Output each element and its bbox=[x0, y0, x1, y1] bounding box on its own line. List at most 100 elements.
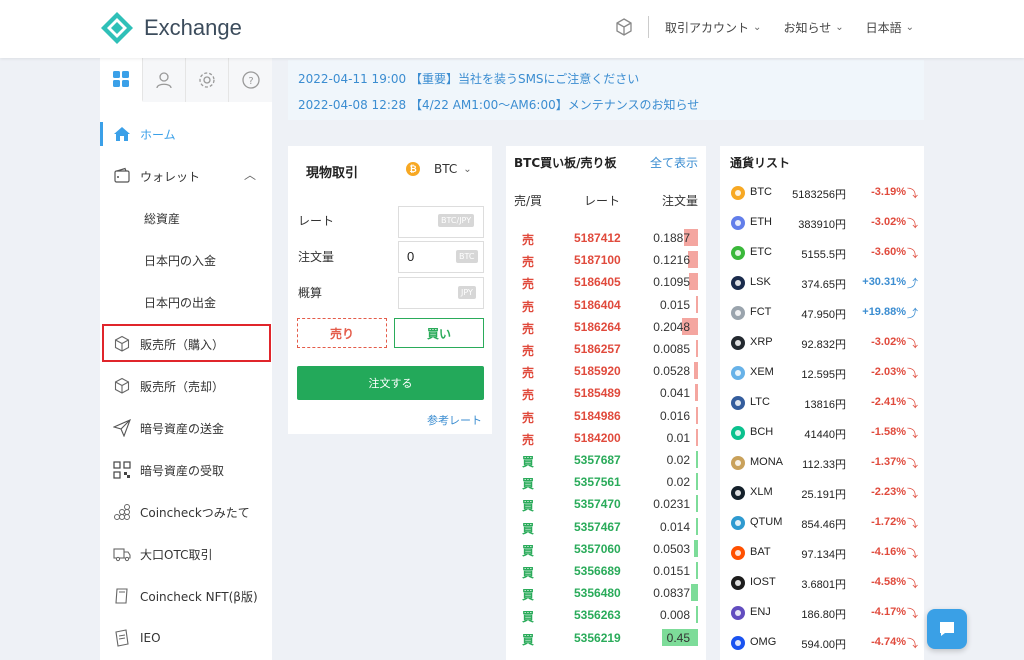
row-side: 買 bbox=[522, 499, 535, 514]
currency-change: -4.16% bbox=[871, 546, 906, 558]
order-book-row[interactable]: 売 5184200 0.01 bbox=[506, 427, 706, 449]
header-divider bbox=[648, 16, 650, 38]
currency-row[interactable]: OMG 594.00円 -4.74% ⤵ bbox=[720, 628, 924, 658]
currency-change: -2.23% bbox=[871, 486, 906, 498]
chat-button[interactable] bbox=[927, 609, 967, 649]
order-book-row[interactable]: 買 5357467 0.014 bbox=[506, 516, 706, 538]
currency-row[interactable]: BTC 5183256円 -3.19% ⤵ bbox=[720, 178, 924, 208]
currency-change: -3.19% bbox=[871, 186, 906, 198]
sidebar-item-total-assets[interactable]: 総資産 bbox=[100, 198, 272, 238]
row-qty: 0.0503 bbox=[653, 541, 690, 556]
order-book-row[interactable]: 売 5186264 0.2048 bbox=[506, 316, 706, 338]
currency-symbol: BAT bbox=[750, 546, 771, 558]
currency-row[interactable]: BCH 41440円 -1.58% ⤵ bbox=[720, 418, 924, 448]
depth-bar bbox=[693, 362, 698, 380]
currency-row[interactable]: ENJ 186.80円 -4.17% ⤵ bbox=[720, 598, 924, 628]
trend-up-icon: ⤴ bbox=[907, 308, 918, 320]
notice-link[interactable]: 2022-04-11 19:00 【重要】当社を装うSMSにご注意ください bbox=[298, 70, 639, 87]
currency-price: 186.80円 bbox=[801, 609, 846, 621]
order-book-row[interactable]: 買 5356689 0.0151 bbox=[506, 560, 706, 582]
sidebar-item-tsumitate[interactable]: Coincheckつみたて bbox=[100, 492, 272, 532]
sidebar-item-nft[interactable]: Coincheck NFT(β版) bbox=[100, 576, 272, 616]
chevron-down-icon: ⌄ bbox=[905, 21, 914, 33]
order-book-row[interactable]: 買 5357060 0.0503 bbox=[506, 538, 706, 560]
currency-row[interactable]: LTC 13816円 -2.41% ⤵ bbox=[720, 388, 924, 418]
order-book-row[interactable]: 売 5185920 0.0528 bbox=[506, 360, 706, 382]
logo-mark-icon bbox=[101, 12, 133, 44]
order-book-row[interactable]: 売 5187100 0.1216 bbox=[506, 249, 706, 271]
menu-trade-account[interactable]: 取引アカウント ⌄ bbox=[665, 19, 761, 36]
currency-row[interactable]: FCT 47.950円 +19.88% ⤴ bbox=[720, 298, 924, 328]
currency-row[interactable]: LSK 374.65円 +30.31% ⤴ bbox=[720, 268, 924, 298]
sidebar-item-crypto-receive[interactable]: 暗号資産の受取 bbox=[100, 450, 272, 490]
order-book-row[interactable]: 売 5187412 0.1887 bbox=[506, 227, 706, 249]
omg-coin-icon bbox=[730, 635, 746, 651]
sidebar-item-label: 日本円の出金 bbox=[144, 295, 217, 310]
order-book-row[interactable]: 買 5356480 0.0837 bbox=[506, 582, 706, 604]
currency-price: 13816円 bbox=[804, 399, 846, 411]
sidebar-item-otc[interactable]: 大口OTC取引 bbox=[100, 534, 272, 574]
currency-row[interactable]: XEM 12.595円 -2.03% ⤵ bbox=[720, 358, 924, 388]
sidebar-item-crypto-send[interactable]: 暗号資産の送金 bbox=[100, 408, 272, 448]
highlight-box bbox=[102, 324, 271, 362]
currency-row[interactable]: ETH 383910円 -3.02% ⤵ bbox=[720, 208, 924, 238]
currency-row[interactable]: XLM 25.191円 -2.23% ⤵ bbox=[720, 478, 924, 508]
rate-label: レート bbox=[298, 214, 335, 228]
spot-trade-panel: 現物取引 ₿ BTC ⌄ レート BTC/JPY 注文量 0 BTC 概算 JP… bbox=[288, 146, 492, 434]
coin-selector[interactable]: ₿ BTC ⌄ bbox=[406, 162, 472, 176]
sidebar-item-jpy-deposit[interactable]: 日本円の入金 bbox=[100, 240, 272, 280]
trend-down-icon: ⤵ bbox=[907, 188, 918, 200]
currency-row[interactable]: XRP 92.832円 -3.02% ⤵ bbox=[720, 328, 924, 358]
chevron-down-icon: ⌄ bbox=[463, 163, 472, 175]
currency-price: 5155.5円 bbox=[801, 249, 846, 261]
order-book-row[interactable]: 売 5184986 0.016 bbox=[506, 405, 706, 427]
sidebar-item-home[interactable]: ホーム bbox=[100, 114, 272, 154]
sidebar-item-wallet[interactable]: ウォレット ︿ bbox=[100, 156, 272, 196]
sell-button[interactable]: 売り bbox=[297, 318, 387, 348]
order-book-row[interactable]: 売 5186404 0.015 bbox=[506, 294, 706, 316]
order-book-row[interactable]: 買 5357470 0.0231 bbox=[506, 493, 706, 515]
order-book-row[interactable]: 買 5356263 0.008 bbox=[506, 604, 706, 626]
buy-button[interactable]: 買い bbox=[394, 318, 484, 348]
tab-help[interactable]: ? bbox=[229, 58, 272, 102]
order-book-row[interactable]: 買 5357561 0.02 bbox=[506, 471, 706, 493]
currency-row[interactable]: MONA 112.33円 -1.37% ⤵ bbox=[720, 448, 924, 478]
order-book-row[interactable]: 売 5186257 0.0085 bbox=[506, 338, 706, 360]
reference-rate-link[interactable]: 参考レート bbox=[427, 412, 482, 428]
currency-price: 374.65円 bbox=[801, 279, 846, 291]
currency-price: 25.191円 bbox=[801, 489, 846, 501]
currency-symbol: MONA bbox=[750, 456, 783, 468]
column-side: 売/買 bbox=[514, 194, 543, 208]
order-book-row[interactable]: 売 5186405 0.1095 bbox=[506, 271, 706, 293]
tab-user[interactable] bbox=[143, 58, 186, 102]
truck-icon bbox=[112, 544, 132, 564]
cube-icon[interactable] bbox=[614, 17, 634, 37]
place-order-button[interactable]: 注文する bbox=[297, 366, 484, 400]
row-rate: 5357467 bbox=[574, 519, 621, 534]
notice-link[interactable]: 2022-04-08 12:28 【4/22 AM1:00〜AM6:00】メンテ… bbox=[298, 96, 699, 113]
currency-row[interactable]: BAT 97.134円 -4.16% ⤵ bbox=[720, 538, 924, 568]
sidebar-item-ieo[interactable]: IEO bbox=[100, 618, 272, 658]
trend-down-icon: ⤵ bbox=[907, 248, 918, 260]
menu-language[interactable]: 日本語 ⌄ bbox=[866, 19, 914, 36]
tab-settings[interactable] bbox=[186, 58, 229, 102]
coins-icon bbox=[112, 502, 132, 522]
svg-text:?: ? bbox=[248, 76, 253, 87]
ltc-coin-icon bbox=[730, 395, 746, 411]
order-book-row[interactable]: 買 5356219 0.45 bbox=[506, 627, 706, 649]
currency-row[interactable]: IOST 3.6801円 -4.58% ⤵ bbox=[720, 568, 924, 598]
sidebar-item-marketplace-sell[interactable]: 販売所（売却） bbox=[100, 366, 272, 406]
currency-symbol: BCH bbox=[750, 426, 774, 438]
currency-row[interactable]: QTUM 854.46円 -1.72% ⤵ bbox=[720, 508, 924, 538]
menu-notices[interactable]: お知らせ ⌄ bbox=[783, 19, 843, 36]
currency-row[interactable]: ETC 5155.5円 -3.60% ⤵ bbox=[720, 238, 924, 268]
currency-symbol: LSK bbox=[750, 276, 771, 288]
ieo-icon bbox=[112, 628, 132, 648]
sidebar-item-jpy-withdraw[interactable]: 日本円の出金 bbox=[100, 282, 272, 322]
order-book-row[interactable]: 売 5185489 0.041 bbox=[506, 382, 706, 404]
show-all-link[interactable]: 全て表示 bbox=[650, 154, 698, 171]
logo[interactable]: Exchange bbox=[100, 11, 242, 45]
order-book-row[interactable]: 買 5357687 0.02 bbox=[506, 449, 706, 471]
trend-down-icon: ⤵ bbox=[907, 398, 918, 410]
tab-dashboard[interactable] bbox=[100, 58, 143, 102]
